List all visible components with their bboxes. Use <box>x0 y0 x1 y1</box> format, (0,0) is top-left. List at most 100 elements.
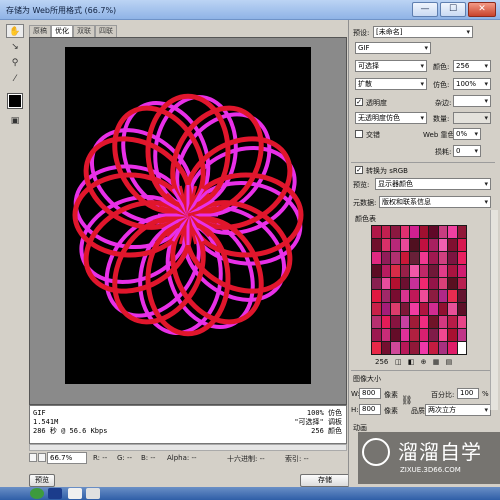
color-swatch[interactable] <box>448 277 457 290</box>
color-swatch[interactable] <box>448 290 457 303</box>
color-swatch[interactable] <box>381 226 390 238</box>
color-swatch[interactable] <box>438 316 447 329</box>
web-snap-select[interactable]: 0% <box>453 128 481 140</box>
color-swatch[interactable] <box>372 238 381 251</box>
color-swatch[interactable] <box>381 303 390 316</box>
preview-canvas[interactable] <box>29 37 347 405</box>
color-swatch[interactable] <box>429 342 438 354</box>
color-swatch[interactable] <box>448 226 457 238</box>
color-swatch[interactable] <box>419 264 428 277</box>
color-swatch[interactable] <box>410 264 419 277</box>
srgb-checkbox[interactable]: ✓ <box>355 166 363 174</box>
color-swatch[interactable] <box>372 290 381 303</box>
color-swatch[interactable] <box>457 251 466 264</box>
color-swatch[interactable] <box>429 251 438 264</box>
color-swatch[interactable] <box>438 264 447 277</box>
hand-tool-icon[interactable]: ✋ <box>6 24 24 38</box>
color-swatch[interactable] <box>400 251 409 264</box>
color-swatch[interactable] <box>457 290 466 303</box>
color-swatch[interactable] <box>400 329 409 342</box>
colors-select[interactable]: 256 <box>453 60 491 72</box>
color-swatch[interactable] <box>438 238 447 251</box>
color-swatch[interactable] <box>372 316 381 329</box>
tab-4-up[interactable]: 四联 <box>95 25 117 37</box>
color-swatch[interactable] <box>438 226 447 238</box>
color-swatch[interactable] <box>448 251 457 264</box>
close-button[interactable]: ✕ <box>468 2 496 17</box>
color-swatch[interactable] <box>410 251 419 264</box>
zoom-level-select[interactable]: 66.7% <box>47 452 87 464</box>
color-swatch[interactable] <box>429 238 438 251</box>
color-swatch[interactable] <box>381 342 390 354</box>
color-swatch[interactable] <box>400 238 409 251</box>
preview-mode-select[interactable]: 显示器颜色 <box>375 178 491 190</box>
color-swatch[interactable] <box>400 226 409 238</box>
color-swatch[interactable] <box>391 342 400 354</box>
transparency-checkbox[interactable]: ✓ <box>355 98 363 106</box>
color-swatch[interactable] <box>429 329 438 342</box>
color-swatch[interactable] <box>419 290 428 303</box>
color-swatch[interactable] <box>381 251 390 264</box>
color-swatch[interactable] <box>391 238 400 251</box>
color-swatch[interactable] <box>419 226 428 238</box>
color-swatch[interactable] <box>391 316 400 329</box>
color-swatch[interactable] <box>410 329 419 342</box>
color-swatch[interactable] <box>391 277 400 290</box>
color-swatch[interactable] <box>372 342 381 354</box>
zoom-in-button[interactable] <box>38 453 46 462</box>
color-swatch[interactable] <box>457 342 466 354</box>
metadata-select[interactable]: 版权和联系信息 <box>379 196 491 208</box>
color-swatch[interactable] <box>391 303 400 316</box>
zoom-tool-icon[interactable]: ⚲ <box>6 56 24 70</box>
constrain-proportions-icon[interactable]: ⛓ <box>401 396 412 406</box>
color-swatch[interactable] <box>457 264 466 277</box>
save-button[interactable]: 存储 <box>300 474 350 487</box>
zoom-out-button[interactable] <box>29 453 37 462</box>
color-swatch[interactable] <box>372 264 381 277</box>
color-swatch[interactable] <box>429 290 438 303</box>
color-swatch[interactable] <box>457 226 466 238</box>
slice-select-icon[interactable]: ↘ <box>6 40 24 54</box>
color-swatch[interactable] <box>419 238 428 251</box>
color-table[interactable] <box>371 225 467 355</box>
color-swatch[interactable] <box>372 251 381 264</box>
color-swatch[interactable] <box>438 303 447 316</box>
preset-select[interactable]: [未命名] <box>373 26 473 38</box>
color-swatch[interactable] <box>400 290 409 303</box>
preview-button[interactable]: 预览 <box>29 474 55 487</box>
color-swatch[interactable] <box>372 329 381 342</box>
color-swatch[interactable] <box>400 342 409 354</box>
color-swatch[interactable] <box>372 226 381 238</box>
color-swatch[interactable] <box>410 238 419 251</box>
color-swatch[interactable] <box>429 316 438 329</box>
lossy-select[interactable]: 0 <box>453 145 481 157</box>
eyedropper-icon[interactable]: ⁄ <box>6 72 24 86</box>
app-taskbar-icon[interactable] <box>86 488 100 499</box>
color-swatch[interactable] <box>457 329 466 342</box>
color-swatch[interactable] <box>429 277 438 290</box>
color-swatch[interactable] <box>400 316 409 329</box>
color-swatch[interactable] <box>429 226 438 238</box>
color-swatch[interactable] <box>381 264 390 277</box>
color-swatch[interactable] <box>438 277 447 290</box>
color-swatch[interactable] <box>410 316 419 329</box>
color-swatch[interactable] <box>419 277 428 290</box>
quality-select[interactable]: 两次立方 <box>425 404 491 416</box>
color-swatch[interactable] <box>448 238 457 251</box>
color-swatch[interactable] <box>410 277 419 290</box>
color-swatch[interactable] <box>457 316 466 329</box>
format-select[interactable]: GIF <box>355 42 431 54</box>
color-table-tool-icons[interactable]: ◫ ◧ ⊕ ▦ ▤ <box>395 358 454 366</box>
color-swatch[interactable] <box>419 316 428 329</box>
color-swatch[interactable] <box>438 251 447 264</box>
minimize-button[interactable]: — <box>412 2 438 17</box>
transparency-dither-select[interactable]: 无透明度仿色 <box>355 112 427 124</box>
color-swatch[interactable] <box>391 226 400 238</box>
color-swatch[interactable] <box>372 277 381 290</box>
browser-taskbar-icon[interactable] <box>68 488 82 499</box>
color-swatch[interactable] <box>391 264 400 277</box>
matte-select[interactable] <box>453 95 491 107</box>
tab-2-up[interactable]: 双联 <box>73 25 95 37</box>
width-input[interactable]: 800 <box>359 388 381 399</box>
color-swatch[interactable] <box>419 329 428 342</box>
